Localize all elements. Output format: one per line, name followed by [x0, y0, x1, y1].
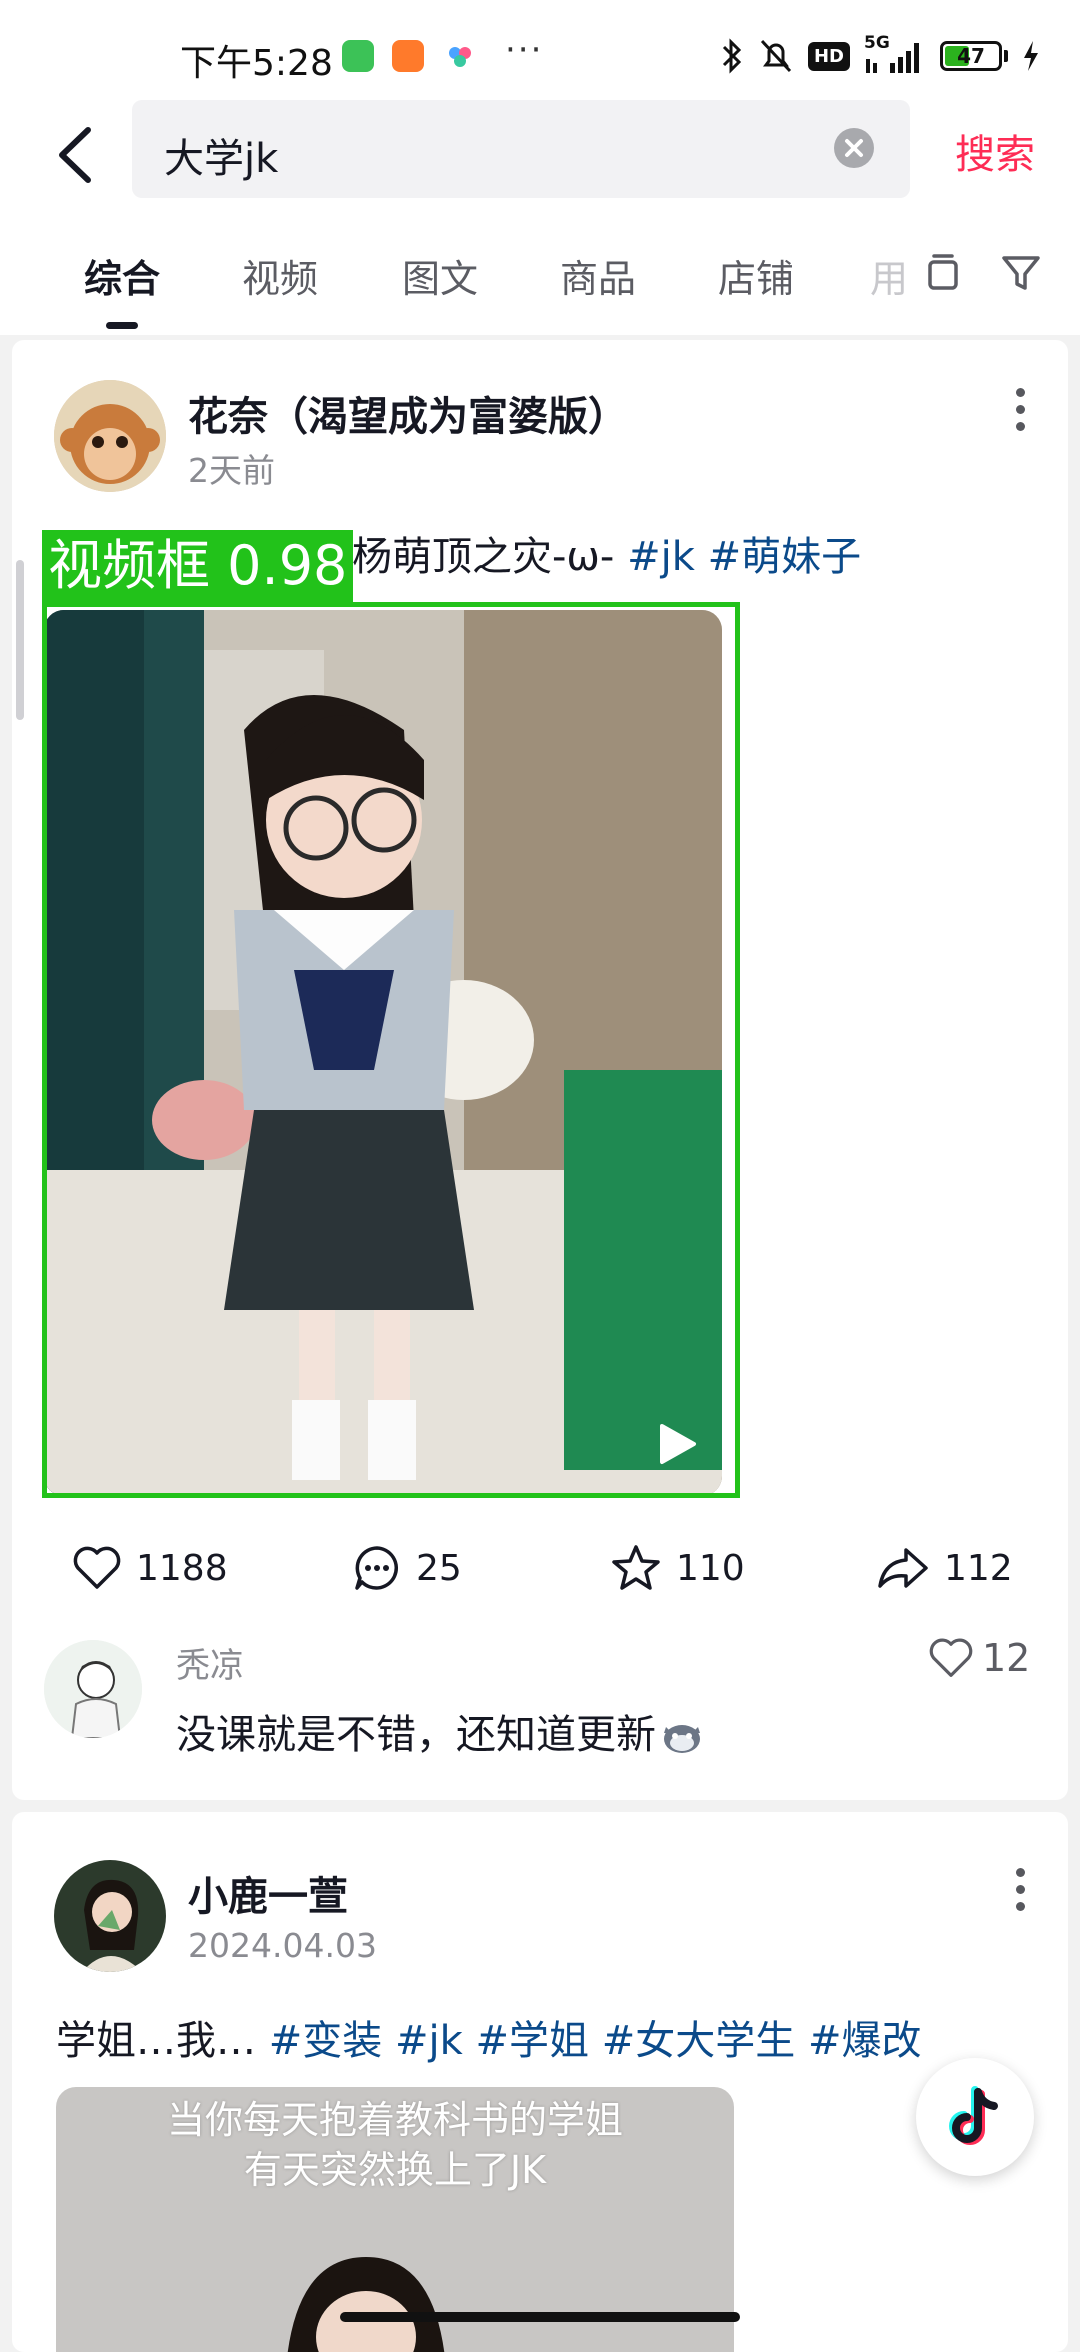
search-button[interactable]: 搜索 [955, 122, 1035, 180]
search-query-text[interactable]: 大学jk [164, 126, 278, 184]
heart-icon [73, 1546, 121, 1589]
share-count: 112 [944, 1547, 1013, 1589]
status-bar: 下午5:28 ··· HD 5G 47 [0, 0, 1080, 100]
home-indicator[interactable] [340, 2312, 740, 2322]
charging-icon [1024, 41, 1038, 71]
back-button[interactable] [50, 120, 106, 190]
share-icon [878, 1548, 928, 1588]
post-time: 2天前 [188, 451, 275, 490]
author-name[interactable]: 小鹿一萱 [188, 1864, 348, 1922]
hashtag-link[interactable]: #jk [627, 534, 695, 580]
like-count: 1188 [136, 1547, 228, 1589]
post-caption: 学姐…我… #变装 #jk #学姐 #女大学生 #爆改 [56, 2018, 922, 2064]
tiktok-logo-icon [949, 2086, 998, 2145]
bluetooth-icon [722, 38, 742, 74]
hashtag-link[interactable]: #变装 [269, 2018, 383, 2064]
more-options-icon[interactable] [1016, 388, 1028, 439]
hashtag-link[interactable]: #萌妹子 [708, 534, 862, 580]
hd-badge: HD [807, 41, 850, 71]
status-time: 下午5:28 [180, 43, 333, 84]
mute-bell-icon [760, 39, 792, 73]
tab-shops[interactable]: 店铺 [718, 248, 794, 303]
thumbnail-caption: 当你每天抱着教科书的学姐 有天突然换上了JK [166, 2098, 623, 2192]
heart-icon [929, 1638, 973, 1677]
more-notifications-icon: ··· [505, 30, 544, 70]
detection-box [42, 602, 740, 1498]
share-button[interactable]: 112 [876, 1540, 1013, 1596]
detection-label: 视频框 0.98 [42, 530, 354, 602]
comment-icon [355, 1546, 398, 1590]
favorite-button[interactable]: 110 [610, 1540, 745, 1596]
tab-video[interactable]: 视频 [242, 248, 318, 303]
tiktok-fab-button[interactable] [916, 2058, 1034, 2176]
app-cluster-icon [444, 40, 476, 72]
scrollbar[interactable] [16, 560, 24, 720]
signal-icon: 5G [864, 33, 926, 75]
star-icon [612, 1545, 660, 1590]
status-indicators: HD 5G 47 [720, 33, 1040, 76]
avatar[interactable] [54, 1860, 166, 1972]
wechat-notify-icon [342, 40, 374, 72]
active-tab-indicator [106, 322, 138, 329]
post-caption: 杨萌顶之灾-ω- #jk #萌妹子 [352, 534, 862, 580]
filter-icon[interactable] [998, 250, 1044, 296]
battery-icon: 47 [940, 41, 1002, 71]
tab-image-text[interactable]: 图文 [402, 248, 478, 303]
comment-like-count: 12 [982, 1636, 1031, 1680]
comment-button[interactable]: 25 [352, 1540, 462, 1596]
like-button[interactable]: 1188 [72, 1540, 228, 1596]
play-icon[interactable] [652, 1420, 700, 1468]
result-tabs: 综合 视频 图文 商品 店铺 用 [0, 210, 1080, 335]
tab-general[interactable]: 综合 [84, 248, 160, 303]
favorite-count: 110 [676, 1547, 745, 1589]
hashtag-link[interactable]: #爆改 [808, 2018, 922, 2064]
hashtag-link[interactable]: #学姐 [475, 2018, 589, 2064]
comment-count: 25 [416, 1547, 462, 1589]
avatar[interactable] [44, 1640, 142, 1738]
comment-text: 没课就是不错，还知道更新 [176, 1702, 704, 1760]
app-58-icon [392, 40, 424, 72]
more-options-icon[interactable] [1016, 1868, 1028, 1919]
comment-author[interactable]: 秃凉 [176, 1638, 244, 1687]
comment-like-button[interactable]: 12 [928, 1636, 1030, 1680]
post-time: 2024.04.03 [188, 1926, 377, 1965]
hashtag-link[interactable]: #jk [395, 2018, 463, 2064]
post-card: 小鹿一萱 2024.04.03 学姐…我… #变装 #jk #学姐 #女大学生 … [12, 1812, 1068, 2352]
tab-users[interactable]: 用 [870, 248, 908, 303]
layout-toggle-icon[interactable] [920, 250, 966, 296]
clear-search-icon[interactable] [834, 128, 874, 168]
hashtag-link[interactable]: #女大学生 [602, 2018, 796, 2064]
chevron-left-icon [59, 127, 91, 183]
avatar[interactable] [54, 380, 166, 492]
author-name[interactable]: 花奈（渴望成为富婆版） [188, 384, 628, 442]
search-header: 大学jk 搜索 [0, 100, 1080, 210]
search-input[interactable]: 大学jk [132, 100, 910, 198]
tab-products[interactable]: 商品 [560, 248, 636, 303]
emoji-icon [660, 1717, 704, 1757]
